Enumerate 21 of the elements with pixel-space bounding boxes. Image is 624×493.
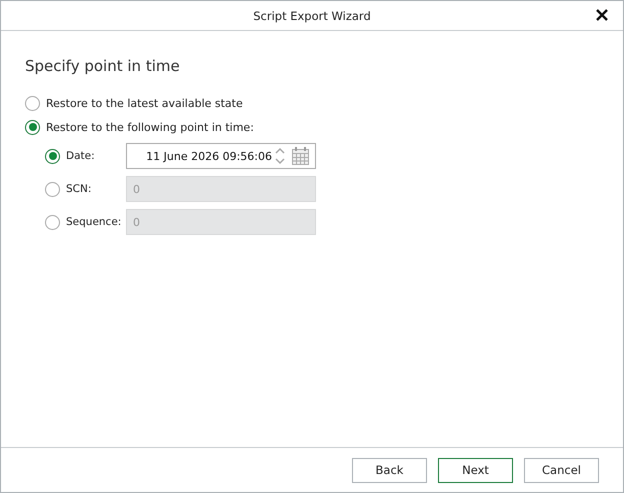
field-value: 0: [133, 216, 140, 228]
radio-button[interactable]: [45, 148, 60, 164]
radio-button[interactable]: [25, 96, 40, 110]
calendar-icon[interactable]: [292, 147, 309, 165]
radio-button[interactable]: [25, 120, 40, 134]
close-button[interactable]: [595, 8, 609, 22]
input-field[interactable]: 11 June 2026 09:56:06: [126, 143, 316, 169]
option-label: Restore to the following point in time:: [46, 120, 254, 134]
spinner-icon[interactable]: [274, 146, 286, 166]
window-title: Script Export Wizard: [253, 8, 371, 22]
wizard-button[interactable]: Cancel: [524, 458, 599, 482]
option-label: Date:: [66, 150, 96, 162]
field-value: 11 June 2026 09:56:06: [145, 150, 272, 162]
close-icon: [596, 9, 608, 21]
option-label: SCN:: [66, 183, 92, 195]
wizard-button[interactable]: Next: [438, 458, 513, 482]
wizard-button[interactable]: Back: [352, 458, 427, 482]
option-label: Sequence:: [66, 216, 122, 228]
field-value: 0: [133, 182, 140, 196]
page-heading: Specify point in time: [25, 57, 181, 75]
option-label: Restore to the latest available state: [46, 96, 243, 110]
